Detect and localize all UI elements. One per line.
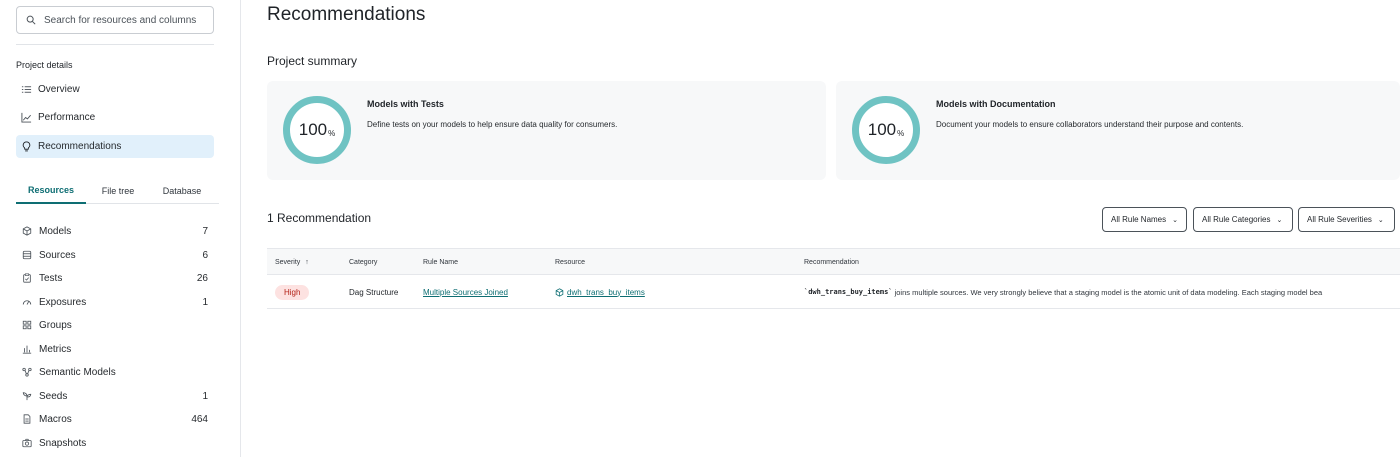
- project-summary-heading: Project summary: [267, 54, 358, 68]
- resource-label: Sources: [39, 249, 76, 261]
- filter-label: All Rule Severities: [1307, 215, 1372, 224]
- filter-label: All Rule Categories: [1202, 215, 1271, 224]
- tab-file-tree[interactable]: File tree: [94, 178, 142, 204]
- resource-item-metrics[interactable]: Metrics: [22, 339, 208, 359]
- resource-count: 1: [202, 296, 208, 308]
- resource-label: Macros: [39, 413, 72, 425]
- gauge-icon: [22, 297, 33, 308]
- filter-rule-names[interactable]: All Rule Names ⌄: [1102, 207, 1187, 232]
- resource-label: Seeds: [39, 390, 68, 402]
- column-header-category[interactable]: Category: [349, 249, 377, 276]
- card-description: Document your models to ensure collabora…: [936, 120, 1244, 129]
- cube-icon: [22, 226, 33, 237]
- column-label: Severity: [275, 259, 301, 266]
- resource-item-semantic-models[interactable]: Semantic Models: [22, 362, 208, 382]
- page-title: Recommendations: [267, 4, 426, 25]
- summary-card-tests: 100% Models with Tests Define tests on y…: [267, 81, 826, 180]
- progress-value: 100: [867, 120, 897, 139]
- card-title: Models with Tests: [367, 99, 444, 109]
- resource-label: Semantic Models: [39, 366, 116, 378]
- sidebar-divider: [16, 44, 214, 45]
- resource-count: 26: [196, 272, 208, 284]
- recommendation-code: `dwh_trans_buy_items`: [804, 288, 893, 296]
- cube-icon: [555, 287, 564, 297]
- summary-card-documentation: 100% Models with Documentation Document …: [836, 81, 1400, 180]
- project-details-label: Project details: [16, 60, 73, 70]
- resource-item-exposures[interactable]: Exposures 1: [22, 292, 208, 312]
- nav-item-label: Recommendations: [38, 141, 122, 152]
- resource-item-sources[interactable]: Sources 6: [22, 245, 208, 265]
- resource-label: Exposures: [39, 296, 87, 308]
- chevron-down-icon: ⌄: [1276, 216, 1283, 224]
- file-icon: [22, 414, 33, 425]
- database-icon: [22, 250, 33, 261]
- nav-item-overview[interactable]: Overview: [16, 78, 214, 101]
- resource-item-snapshots[interactable]: Snapshots: [22, 433, 208, 453]
- column-header-severity[interactable]: Severity ↑: [275, 249, 309, 276]
- resource-item-tests[interactable]: Tests 26: [22, 268, 208, 288]
- nav-item-performance[interactable]: Performance: [16, 106, 214, 129]
- resource-count: 464: [191, 413, 208, 425]
- bar-chart-icon: [22, 344, 33, 355]
- resource-link[interactable]: dwh_trans_buy_items: [567, 288, 645, 297]
- resource-label: Snapshots: [39, 437, 87, 449]
- chart-line-icon: [20, 112, 32, 124]
- search-box[interactable]: [16, 6, 214, 34]
- chevron-down-icon: ⌄: [1377, 216, 1384, 224]
- sort-ascending-icon: ↑: [305, 259, 309, 266]
- resource-count: 7: [202, 225, 208, 237]
- resource-tabs: Resources File tree Database: [16, 178, 219, 204]
- progress-value: 100: [298, 120, 328, 139]
- nodes-icon: [22, 367, 33, 378]
- list-icon: [20, 84, 32, 96]
- resource-label: Tests: [39, 272, 63, 284]
- progress-unit: %: [897, 128, 905, 138]
- recommendation-count: 1 Recommendation: [267, 211, 372, 225]
- resource-count: 6: [202, 249, 208, 261]
- resource-count: 1: [202, 390, 208, 402]
- table-header: Severity ↑ Category Rule Name Resource R…: [267, 248, 1400, 275]
- clipboard-icon: [22, 273, 33, 284]
- progress-ring: 100%: [852, 96, 920, 164]
- progress-ring: 100%: [283, 96, 351, 164]
- recommendation-text: joins multiple sources. We very strongly…: [892, 287, 1323, 297]
- resource-item-models[interactable]: Models 7: [22, 221, 208, 241]
- column-header-resource[interactable]: Resource: [555, 249, 585, 276]
- severity-badge: High: [275, 284, 310, 300]
- progress-unit: %: [328, 128, 336, 138]
- search-icon: [26, 15, 36, 25]
- camera-icon: [22, 438, 33, 449]
- card-description: Define tests on your models to help ensu…: [367, 120, 618, 129]
- column-header-rule-name[interactable]: Rule Name: [423, 249, 458, 276]
- filter-label: All Rule Names: [1111, 215, 1167, 224]
- sidebar: Project details Overview Performance Rec…: [0, 0, 241, 457]
- column-header-recommendation[interactable]: Recommendation: [804, 249, 859, 276]
- resource-label: Models: [39, 225, 72, 237]
- rule-name-link[interactable]: Multiple Sources Joined: [423, 288, 508, 297]
- resource-label: Groups: [39, 319, 72, 331]
- table-row[interactable]: High Dag Structure Multiple Sources Join…: [267, 275, 1400, 309]
- category-cell: Dag Structure: [349, 287, 399, 297]
- chevron-down-icon: ⌄: [1172, 216, 1179, 224]
- resource-label: Metrics: [39, 343, 72, 355]
- nav-item-label: Performance: [38, 112, 96, 123]
- nav-item-label: Overview: [38, 84, 80, 95]
- card-title: Models with Documentation: [936, 99, 1056, 109]
- nav-item-recommendations[interactable]: Recommendations: [16, 135, 214, 158]
- filter-rule-categories[interactable]: All Rule Categories ⌄: [1193, 207, 1293, 232]
- grid-icon: [22, 320, 33, 331]
- tab-resources[interactable]: Resources: [16, 178, 86, 204]
- resource-item-groups[interactable]: Groups: [22, 315, 208, 335]
- search-input[interactable]: [44, 14, 204, 26]
- tab-database[interactable]: Database: [160, 178, 204, 204]
- lightbulb-icon: [20, 141, 32, 153]
- seedling-icon: [22, 391, 33, 402]
- resource-item-macros[interactable]: Macros 464: [22, 409, 208, 429]
- filter-rule-severities[interactable]: All Rule Severities ⌄: [1298, 207, 1395, 232]
- resource-item-seeds[interactable]: Seeds 1: [22, 386, 208, 406]
